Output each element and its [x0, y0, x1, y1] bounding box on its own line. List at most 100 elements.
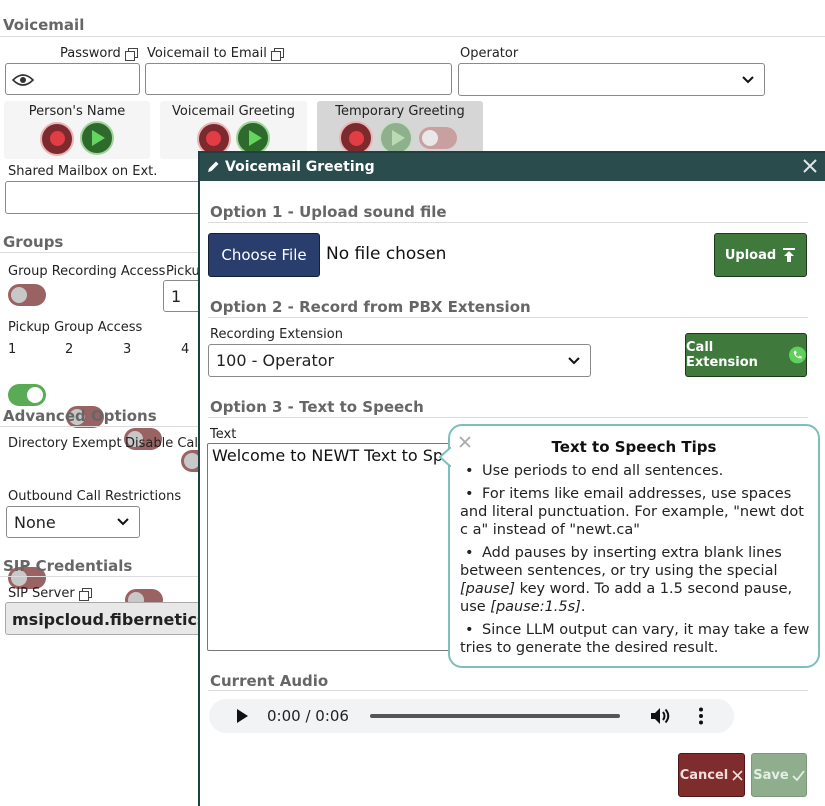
more-options-icon[interactable]: [698, 707, 704, 725]
vm-to-email-field[interactable]: [145, 63, 452, 95]
record-button[interactable]: [339, 121, 373, 155]
password-field[interactable]: [5, 63, 140, 95]
option1-divider: [208, 222, 808, 223]
save-button[interactable]: Save: [751, 753, 807, 797]
copy-icon[interactable]: [124, 47, 138, 61]
vm-greeting-label: Voicemail Greeting: [172, 104, 295, 119]
group-recording-label: Group Recording Access: [8, 264, 166, 279]
option3-divider: [208, 417, 808, 418]
modal-title: Voicemail Greeting: [225, 159, 375, 175]
copy-icon[interactable]: [270, 47, 284, 61]
operator-select[interactable]: [458, 63, 765, 96]
advanced-divider: [0, 426, 200, 427]
close-icon: [732, 769, 743, 781]
recording-ext-label: Recording Extension: [210, 327, 343, 342]
shared-mailbox-field[interactable]: [5, 181, 215, 214]
vm-to-email-label-text: Voicemail to Email: [147, 46, 267, 61]
tts-textarea[interactable]: Welcome to NEWT Text to Speech: [207, 443, 457, 651]
pickup-select-value: 1: [171, 286, 182, 306]
temp-greeting-label: Temporary Greeting: [335, 104, 465, 119]
pickup-group-1-toggle[interactable]: [8, 384, 46, 406]
pickup-group-1-label: 1: [8, 342, 17, 357]
pickup-partial-label: Picku: [166, 264, 200, 279]
outbound-select-value: None: [14, 512, 56, 532]
choose-file-label: Choose File: [221, 246, 307, 264]
pickup-group-4-label: 4: [181, 342, 190, 357]
upload-icon: [783, 248, 796, 262]
tts-tips-popover: Text to Speech Tips • Use periods to end …: [448, 424, 820, 668]
chevron-down-icon: [742, 75, 754, 83]
audio-progress-track[interactable]: [370, 714, 620, 718]
option3-title: Option 3 - Text to Speech: [210, 398, 424, 416]
outbound-label: Outbound Call Restrictions: [8, 489, 182, 504]
password-label-text: Password: [60, 46, 121, 61]
checkmark-icon: [792, 769, 805, 781]
pause-keyword: [pause:1.5s]: [490, 599, 581, 615]
play-button[interactable]: [79, 121, 114, 155]
play-button[interactable]: [379, 121, 413, 155]
tts-textarea-value: Welcome to NEWT Text to Speech: [212, 446, 457, 465]
recording-ext-value: 100 - Operator: [216, 351, 335, 370]
upload-button[interactable]: Upload: [714, 233, 807, 277]
audio-player[interactable]: 0:00 / 0:06: [209, 699, 734, 733]
call-extension-button[interactable]: Call Extension: [685, 333, 807, 377]
current-audio-title: Current Audio: [210, 672, 329, 690]
recording-ext-select[interactable]: 100 - Operator: [208, 344, 591, 377]
play-button[interactable]: [236, 121, 271, 155]
cancel-label: Cancel: [679, 767, 729, 783]
groups-divider: [0, 252, 200, 253]
vm-to-email-label: Voicemail to Email: [147, 46, 284, 61]
audio-time: 0:00 / 0:06: [267, 707, 349, 725]
cancel-button[interactable]: Cancel: [678, 753, 745, 797]
chevron-down-icon: [117, 518, 129, 526]
sip-server-field[interactable]: msipcloud.fibernetics.c: [5, 602, 205, 635]
tip-item: • For items like email addresses, use spa…: [460, 486, 804, 538]
call-extension-label: Call Extension: [686, 340, 758, 370]
copy-icon[interactable]: [78, 587, 92, 601]
voicemail-section-title: Voicemail: [3, 16, 85, 34]
tip-item: • Use periods to end all sentences.: [465, 463, 724, 479]
advanced-section-title: Advanced Options: [3, 407, 157, 425]
tip-text: Use periods to end all sentences.: [482, 463, 724, 479]
option2-title: Option 2 - Record from PBX Extension: [210, 298, 531, 316]
save-label: Save: [753, 767, 789, 783]
record-button[interactable]: [40, 121, 75, 156]
group-recording-toggle[interactable]: [8, 284, 46, 306]
temp-greeting-toggle[interactable]: [419, 127, 457, 149]
close-icon[interactable]: [803, 159, 817, 173]
volume-icon[interactable]: [650, 707, 672, 725]
sip-section-title: SIP Credentials: [3, 557, 133, 575]
chevron-down-icon: [568, 356, 580, 364]
play-icon[interactable]: [235, 708, 249, 724]
tip-text: Since LLM output can vary, it may take a…: [460, 622, 810, 656]
upload-label: Upload: [724, 247, 777, 263]
sip-server-label-text: SIP Server: [8, 586, 75, 601]
tip-text: Add pauses by inserting extra blank line…: [460, 545, 782, 579]
sip-server-value: msipcloud.fibernetics.c: [12, 610, 205, 629]
operator-label: Operator: [460, 46, 519, 61]
tips-title: Text to Speech Tips: [551, 438, 717, 456]
text-label: Text: [210, 427, 237, 442]
pause-keyword: [pause]: [460, 581, 516, 597]
pickup-group-2-label: 2: [65, 342, 74, 357]
sip-divider: [0, 576, 200, 577]
directory-exempt-label: Directory Exempt: [8, 436, 122, 451]
no-file-text: No file chosen: [326, 244, 447, 264]
tip-item: • Since LLM output can vary, it may take …: [460, 622, 810, 656]
shared-mailbox-label: Shared Mailbox on Ext.: [8, 164, 158, 179]
password-label: Password: [60, 46, 138, 61]
tip-text: .: [580, 599, 586, 615]
persons-name-card: Person's Name: [4, 101, 150, 159]
eye-icon[interactable]: [12, 73, 34, 87]
modal-header: Voicemail Greeting: [200, 153, 825, 181]
outbound-select[interactable]: None: [6, 506, 140, 538]
pencil-icon: [208, 161, 219, 172]
tip-text: For items like email addresses, use spac…: [460, 486, 804, 538]
voicemail-divider: [0, 36, 825, 37]
choose-file-button[interactable]: Choose File: [208, 233, 320, 277]
sip-server-label: SIP Server: [8, 586, 92, 601]
tips-list: • Use periods to end all sentences. • For …: [460, 462, 812, 662]
disable-call-partial-label: Disable Call: [125, 436, 202, 451]
option2-divider: [208, 317, 808, 318]
persons-name-label: Person's Name: [28, 104, 126, 119]
